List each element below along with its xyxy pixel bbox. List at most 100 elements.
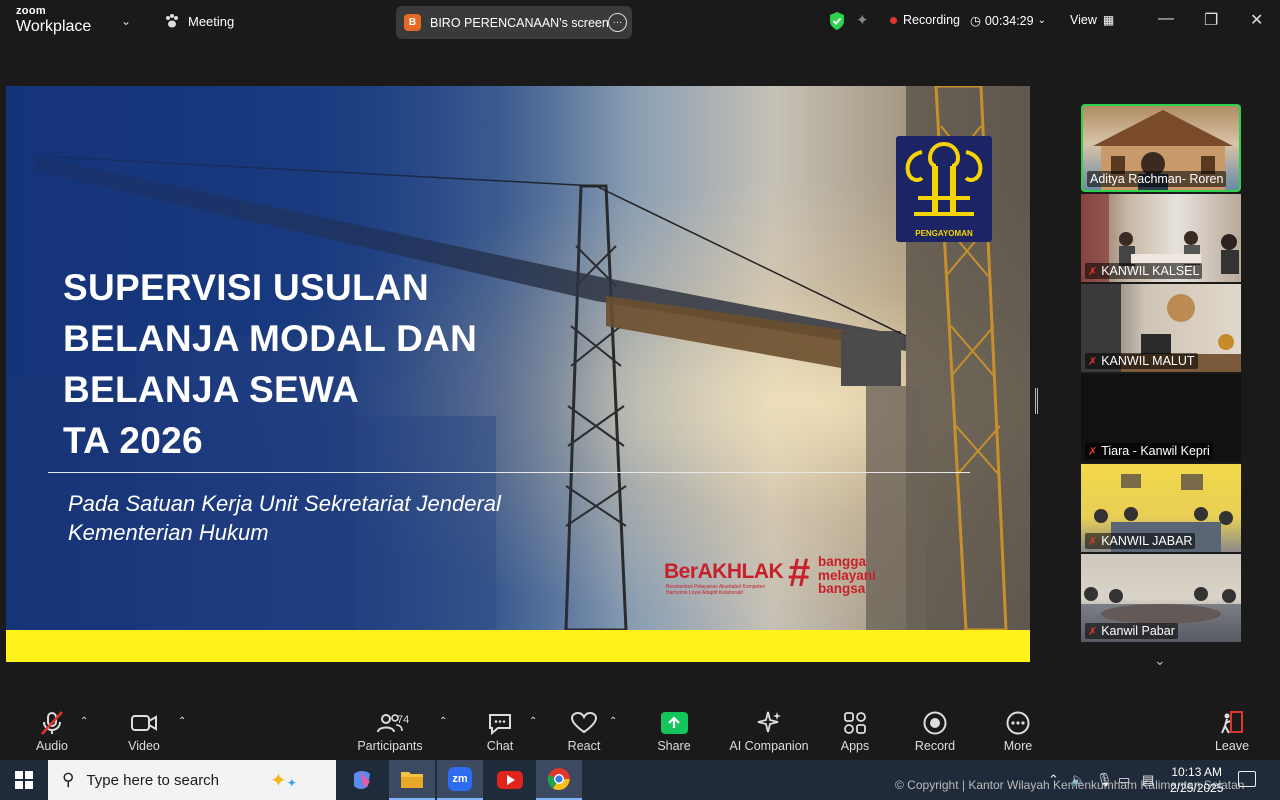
sharer-initial: B [404, 14, 421, 31]
participant-tile[interactable]: ✗ KANWIL JABAR [1081, 464, 1241, 552]
ai-companion-button[interactable]: AI Companion [729, 709, 809, 753]
zoom-app-icon[interactable]: zm [437, 760, 483, 800]
shared-screen-title: BIRO PERENCANAAN's screen [430, 15, 609, 30]
search-icon: ⚲ [62, 770, 75, 789]
participant-video-strip: Aditya Rachman- Roren ✗ KANWIL KALSEL ✗ … [1081, 104, 1242, 644]
berakhlak-tagline: Berorientasi Pelayanan Akuntabel Kompete… [666, 584, 766, 596]
more-options-icon[interactable]: … [608, 13, 627, 32]
audio-label: Audio [36, 739, 68, 753]
notification-icon[interactable] [1238, 771, 1256, 787]
restore-icon[interactable]: ❐ [1204, 10, 1218, 30]
participant-name-tag: ✗ KANWIL MALUT [1085, 353, 1198, 369]
participant-tile[interactable]: ✗ KANWIL KALSEL [1081, 194, 1241, 282]
slide-subtitle-line: Kementerian Hukum [68, 520, 269, 545]
recording-indicator[interactable]: Recording [890, 13, 960, 27]
chat-button[interactable]: Chat [460, 709, 540, 753]
chevron-down-icon[interactable]: ⌄ [1154, 652, 1166, 669]
view-menu[interactable]: View ▦ [1070, 13, 1114, 27]
meeting-timer[interactable]: ◷ 00:34:29 ⌄ [970, 13, 1046, 29]
hashtag-symbol: # [788, 551, 811, 595]
participant-name-tag: ✗ Kanwil Pabar [1085, 623, 1178, 639]
meeting-label: Meeting [188, 13, 235, 29]
share-button[interactable]: Share [634, 709, 714, 753]
chevron-up-icon[interactable]: ⌃ [439, 716, 447, 727]
chrome-app-icon[interactable] [536, 760, 582, 800]
shared-screen-pill[interactable]: B BIRO PERENCANAAN's screen … [396, 6, 632, 39]
file-explorer-icon[interactable] [389, 760, 435, 800]
minimize-icon[interactable]: — [1158, 10, 1174, 28]
participant-tile[interactable]: Aditya Rachman- Roren [1081, 104, 1241, 192]
mic-muted-icon: ✗ [1088, 355, 1098, 368]
close-icon[interactable]: ✕ [1250, 10, 1263, 30]
microphone-icon[interactable]: 🎙 [1096, 772, 1113, 788]
hashtag-word: melayani [818, 567, 876, 583]
share-screen-icon [660, 712, 688, 734]
chevron-up-icon[interactable]: ⌃ [178, 716, 186, 727]
participant-name-tag: ✗ KANWIL KALSEL [1085, 263, 1203, 279]
chevron-up-icon[interactable]: ⌃ [1048, 772, 1059, 788]
logo-caption: PENGAYOMAN [915, 229, 973, 238]
brand-small: zoom [16, 5, 46, 17]
security-shield-icon[interactable] [828, 11, 846, 31]
clock-date: 2/25/2025 [1170, 781, 1224, 795]
title-bar: zoom Workplace ⌄ Meeting B BIRO PERENCAN… [0, 0, 1280, 44]
shared-screen-slide: SUPERVISI USULAN BELANJA MODAL DAN BELAN… [6, 86, 1030, 662]
chevron-up-icon[interactable]: ⌃ [529, 716, 537, 727]
video-button[interactable]: Video [104, 709, 184, 753]
youtube-app-icon[interactable] [487, 760, 533, 800]
recording-dot-icon [890, 16, 897, 24]
meeting-menu[interactable]: Meeting [164, 13, 234, 29]
video-label: Video [128, 739, 160, 753]
more-options-icon [1006, 711, 1030, 735]
speaker-icon[interactable]: 🔈 [1070, 772, 1086, 788]
system-clock[interactable]: 10:13 AM 2/25/2025 [1170, 764, 1223, 796]
react-label: React [567, 739, 601, 753]
record-button[interactable]: Record [895, 709, 975, 753]
network-icon[interactable]: ▤ [1142, 772, 1154, 788]
apps-button[interactable]: Apps [815, 709, 895, 753]
chevron-up-icon[interactable]: ⌃ [609, 716, 617, 727]
hashtag-words: bangga melayani bangsa [818, 555, 876, 596]
search-placeholder: Type here to search [86, 771, 220, 789]
sparkle-decoration-icon: ✦✦ [270, 770, 297, 792]
record-icon [923, 711, 947, 735]
windows-start-button[interactable] [0, 760, 48, 800]
participant-tile[interactable]: ✗ Tiara - Kanwil Kepri [1081, 374, 1241, 462]
participants-label: Participants [357, 739, 423, 753]
recording-label: Recording [903, 13, 960, 27]
chevron-up-icon[interactable]: ⌃ [80, 716, 88, 727]
slide-divider [48, 472, 970, 473]
participant-name: KANWIL MALUT [1101, 354, 1195, 368]
chevron-down-icon[interactable]: ⌄ [121, 14, 131, 28]
clock-time: 10:13 AM [1171, 765, 1223, 779]
slide-title-line: BELANJA SEWA [63, 369, 360, 410]
participant-name-tag: Aditya Rachman- Roren [1087, 171, 1227, 187]
heart-icon [570, 711, 598, 734]
participant-tile[interactable]: ✗ Kanwil Pabar [1081, 554, 1241, 642]
hashtag-word: bangsa [818, 581, 866, 596]
hashtag-word: bangga [818, 554, 867, 569]
display-icon[interactable]: ▭ [1118, 772, 1130, 788]
slide-subtitle-line: Pada Satuan Kerja Unit Sekretariat Jende… [68, 491, 501, 516]
copilot-app-icon[interactable] [339, 760, 385, 800]
chat-label: Chat [486, 739, 514, 753]
leave-button[interactable]: Leave [1192, 709, 1272, 753]
participant-name: Aditya Rachman- Roren [1090, 172, 1224, 186]
ai-sparkle-icon[interactable]: ✦ [856, 11, 869, 29]
participant-tile[interactable]: ✗ KANWIL MALUT [1081, 284, 1241, 372]
participant-name-tag: ✗ KANWIL JABAR [1085, 533, 1196, 549]
panel-resize-handle[interactable] [1035, 388, 1038, 414]
participant-name: Kanwil Pabar [1101, 624, 1175, 638]
more-button[interactable]: More [978, 709, 1058, 753]
clock-icon: ◷ [970, 14, 981, 28]
leave-label: Leave [1214, 739, 1250, 753]
participants-button[interactable]: 74 Participants [350, 709, 430, 753]
berakhlak-logo: BerAKHLAK [664, 560, 784, 583]
participant-name-tag: ✗ Tiara - Kanwil Kepri [1085, 443, 1213, 459]
timer-value: 00:34:29 [984, 13, 1034, 28]
zoom-brand[interactable]: zoom Workplace [16, 6, 91, 35]
chevron-down-icon: ⌄ [1037, 15, 1046, 26]
taskbar-search[interactable]: ⚲ Type here to search ✦✦ [48, 760, 336, 800]
more-label: More [1003, 739, 1033, 753]
paw-icon [166, 14, 178, 28]
